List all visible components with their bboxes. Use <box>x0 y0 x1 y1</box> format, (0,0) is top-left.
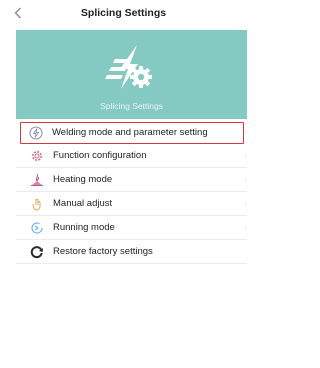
menu-item-label: Restore factory settings <box>53 246 153 257</box>
restore-icon <box>30 245 44 259</box>
hand-icon <box>30 197 44 211</box>
page-title: Splicing Settings <box>80 7 167 19</box>
running-icon <box>30 221 44 235</box>
banner: Splicing Settings <box>16 30 247 119</box>
menu-item-label: Heating mode <box>53 174 113 185</box>
splicing-settings-logo-icon <box>105 45 152 89</box>
banner-subtitle: Splicing Settings <box>100 101 163 111</box>
chevron-right-icon: › <box>244 223 247 232</box>
menu-item-restore-factory[interactable]: Restore factory settings <box>16 240 247 264</box>
menu-item-label: Running mode <box>53 222 115 233</box>
menu-item-label: Manual adjust <box>53 198 113 209</box>
navigation-bar: Splicing Settings <box>0 0 247 30</box>
menu-item-label: Function configuration <box>53 150 147 161</box>
settings-menu: Welding mode and parameter setting › Fun… <box>0 120 247 264</box>
heating-icon <box>30 173 44 187</box>
menu-item-manual-adjust[interactable]: Manual adjust › <box>16 192 247 216</box>
chevron-right-icon: › <box>244 199 247 208</box>
menu-item-heating-mode[interactable]: Heating mode › <box>16 168 247 192</box>
menu-item-function-configuration[interactable]: Function configuration › <box>16 144 247 168</box>
menu-item-label: Welding mode and parameter setting <box>52 127 208 138</box>
chevron-right-icon: › <box>244 175 247 184</box>
lightning-circle-icon <box>29 126 43 140</box>
chevron-right-icon: › <box>244 151 247 160</box>
gear-icon <box>30 149 44 163</box>
menu-item-running-mode[interactable]: Running mode › <box>16 216 247 240</box>
menu-item-welding-mode[interactable]: Welding mode and parameter setting › <box>20 122 247 144</box>
chevron-right-icon: › <box>244 128 247 137</box>
